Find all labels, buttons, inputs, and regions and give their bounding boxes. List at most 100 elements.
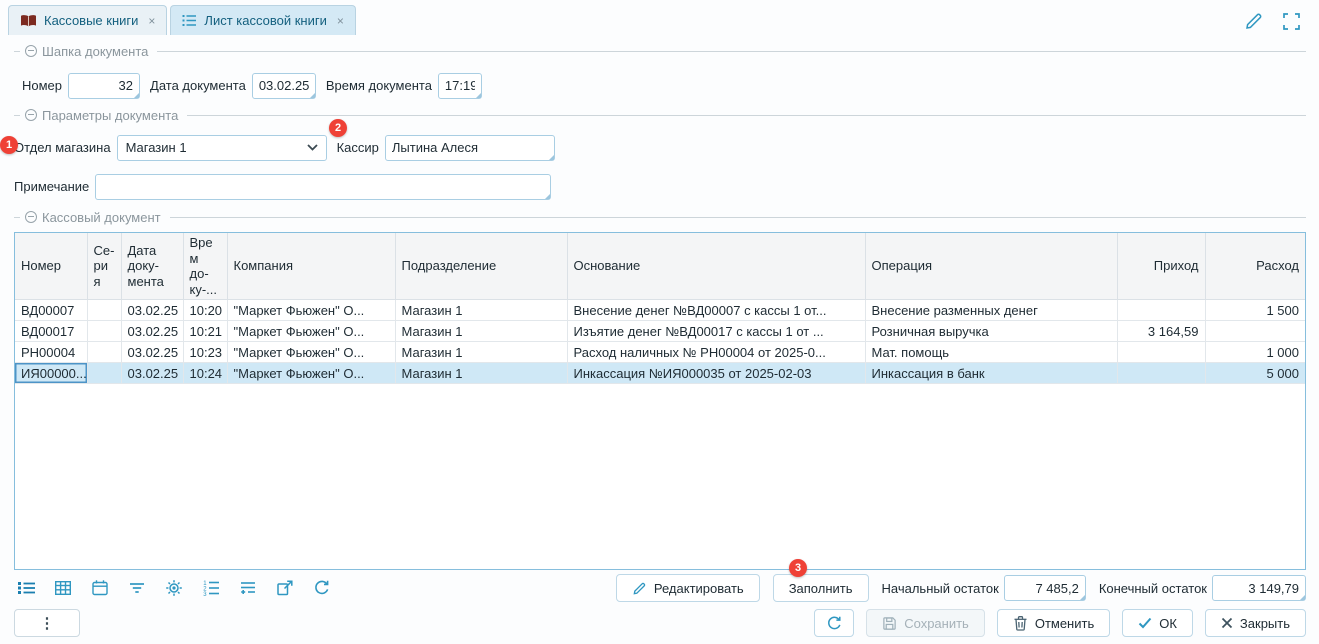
cell-company: "Маркет Фьюжен" О... <box>227 363 395 384</box>
refresh-icon <box>826 615 843 632</box>
cancel-button-label: Отменить <box>1035 616 1094 631</box>
filter-button[interactable] <box>125 576 149 600</box>
table-row[interactable]: ВД00017 03.02.25 10:21 "Маркет Фьюжен" О… <box>15 321 1305 342</box>
col-basis[interactable]: Основание <box>567 233 865 300</box>
export-button[interactable] <box>273 576 297 600</box>
table-toolbar: 123 Редактировать Заполнить Начальный ос… <box>14 574 1306 602</box>
cash-book-sheet-window: Кассовые книги × Лист кассовой книги × Ш… <box>0 0 1319 644</box>
note-field <box>95 174 551 200</box>
bottom-bar-actions: Сохранить Отменить ОК Закрыть <box>814 609 1306 637</box>
closing-balance-field <box>1212 575 1306 601</box>
store-department-select[interactable]: Магазин 1 <box>117 135 327 161</box>
ok-button-label: ОК <box>1159 616 1177 631</box>
col-time[interactable]: Врем до-ку-... <box>183 233 227 300</box>
cell-expense <box>1205 321 1305 342</box>
cell-company: "Маркет Фьюжен" О... <box>227 342 395 363</box>
trash-icon <box>1013 615 1028 631</box>
doc-time-input[interactable] <box>438 73 482 99</box>
cashier-input[interactable] <box>385 135 555 161</box>
cell-series <box>87 321 121 342</box>
col-expense[interactable]: Расход <box>1205 233 1305 300</box>
table-row[interactable]: РН00004 03.02.25 10:23 "Маркет Фьюжен" О… <box>15 342 1305 363</box>
section-title: Шапка документа <box>42 44 148 59</box>
calendar-view-button[interactable] <box>88 576 112 600</box>
document-header-row: Номер Дата документа Время документа <box>22 72 482 99</box>
cell-number: РН00004 <box>15 342 87 363</box>
reload-cycle-button[interactable] <box>310 576 334 600</box>
edit-pencil-icon[interactable] <box>1244 11 1264 31</box>
tab-cash-books[interactable]: Кассовые книги × <box>8 5 167 35</box>
col-date[interactable]: Дата доку-мента <box>121 233 183 300</box>
list-icon <box>182 14 197 27</box>
col-operation[interactable]: Операция <box>865 233 1117 300</box>
save-icon <box>882 616 897 631</box>
tab-close-icon[interactable]: × <box>148 14 155 28</box>
closing-balance-value[interactable] <box>1212 575 1306 601</box>
table-row-selected[interactable]: ИЯ00000... 03.02.25 10:24 "Маркет Фьюжен… <box>15 363 1305 384</box>
section-title: Параметры документа <box>42 108 178 123</box>
opening-balance-label: Начальный остаток <box>882 581 999 596</box>
fill-button-label: Заполнить <box>789 581 853 596</box>
list-view-button[interactable] <box>14 576 38 600</box>
cell-basis: Изъятие денег №ВД00017 с кассы 1 от ... <box>567 321 865 342</box>
cell-time: 10:21 <box>183 321 227 342</box>
close-button[interactable]: Закрыть <box>1205 609 1306 637</box>
document-params-row: Отдел магазина Магазин 1 Кассир <box>14 134 555 161</box>
chevron-down-icon <box>307 144 318 151</box>
cell-number: ВД00007 <box>15 300 87 321</box>
number-input[interactable] <box>68 73 140 99</box>
table-row[interactable]: ВД00007 03.02.25 10:20 "Маркет Фьюжен" О… <box>15 300 1305 321</box>
grid-view-button[interactable] <box>51 576 75 600</box>
insert-rows-button[interactable] <box>236 576 260 600</box>
cash-document-table-container: Номер Се-рия Дата доку-мента Врем до-ку-… <box>14 232 1306 570</box>
closing-balance: Конечный остаток <box>1099 575 1306 601</box>
edit-button-label: Редактировать <box>654 581 744 596</box>
number-field <box>68 73 140 99</box>
col-number[interactable]: Номер <box>15 233 87 300</box>
annotation-step-1: 1 <box>0 136 18 154</box>
save-button[interactable]: Сохранить <box>866 609 985 637</box>
cell-basis: Расход наличных № РН00004 от 2025-0... <box>567 342 865 363</box>
col-division[interactable]: Подразделение <box>395 233 567 300</box>
refresh-button[interactable] <box>814 609 854 637</box>
window-actions <box>1244 11 1301 31</box>
cell-time: 10:20 <box>183 300 227 321</box>
cell-company: "Маркет Фьюжен" О... <box>227 300 395 321</box>
tab-label: Кассовые книги <box>44 13 138 28</box>
cell-date: 03.02.25 <box>121 363 183 384</box>
cell-income <box>1117 363 1205 384</box>
number-label: Номер <box>22 78 62 93</box>
collapse-section-icon[interactable] <box>25 109 37 121</box>
note-row: Примечание <box>14 173 551 200</box>
settings-gear-button[interactable] <box>162 576 186 600</box>
fullscreen-icon[interactable] <box>1282 12 1301 31</box>
more-button[interactable]: ⋮ <box>14 609 80 637</box>
note-input[interactable] <box>95 174 551 200</box>
doc-date-input[interactable] <box>252 73 316 99</box>
table-header-row: Номер Се-рия Дата доку-мента Врем до-ку-… <box>15 233 1305 300</box>
col-income[interactable]: Приход <box>1117 233 1205 300</box>
cell-income <box>1117 342 1205 363</box>
col-series[interactable]: Се-рия <box>87 233 121 300</box>
tab-close-icon[interactable]: × <box>337 14 344 28</box>
numbered-list-button[interactable]: 123 <box>199 576 223 600</box>
col-company[interactable]: Компания <box>227 233 395 300</box>
book-icon <box>20 14 37 28</box>
doc-date-label: Дата документа <box>150 78 246 93</box>
opening-balance-value[interactable] <box>1004 575 1086 601</box>
collapse-section-icon[interactable] <box>25 45 37 57</box>
divider-line <box>170 217 1306 218</box>
cancel-button[interactable]: Отменить <box>997 609 1110 637</box>
opening-balance-field <box>1004 575 1086 601</box>
section-caption-document: Кассовый документ <box>14 210 1306 224</box>
fill-button[interactable]: Заполнить <box>773 574 869 602</box>
collapse-section-icon[interactable] <box>25 211 37 223</box>
divider-line <box>14 115 20 116</box>
tab-cash-book-sheet[interactable]: Лист кассовой книги × <box>170 5 355 35</box>
ok-button[interactable]: ОК <box>1122 609 1193 637</box>
cell-division: Магазин 1 <box>395 300 567 321</box>
cell-expense: 1 000 <box>1205 342 1305 363</box>
store-department-label: Отдел магазина <box>14 140 111 155</box>
doc-time-field <box>438 73 482 99</box>
edit-button[interactable]: Редактировать <box>616 574 760 602</box>
